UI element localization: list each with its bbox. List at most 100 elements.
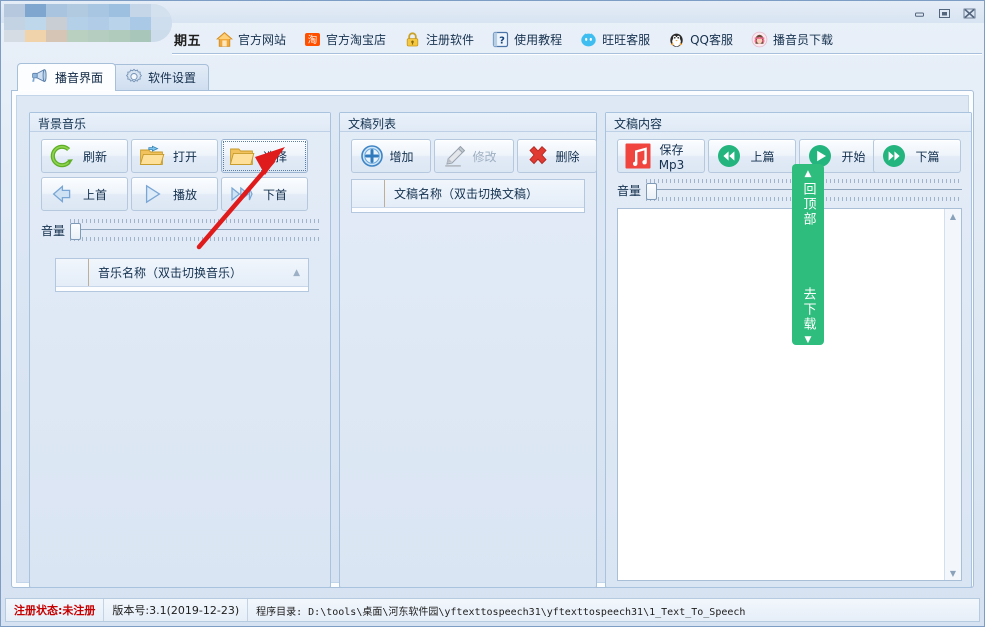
button-label: 下首 xyxy=(262,187,287,202)
music-volume-slider[interactable] xyxy=(70,219,319,241)
help-icon: ? xyxy=(492,31,509,48)
editor-text[interactable] xyxy=(622,212,941,577)
sort-ascending-icon[interactable]: ▲ xyxy=(293,268,300,278)
scroll-top-arrow-icon[interactable]: ▲ xyxy=(805,169,812,179)
blurred-logo-region xyxy=(4,4,172,42)
pencil-icon xyxy=(442,143,468,169)
link-official-taobao-store[interactable]: 淘 官方淘宝店 xyxy=(295,27,395,51)
script-content-editor[interactable]: ▲ ▼ xyxy=(617,208,962,581)
music-note-icon xyxy=(625,143,651,169)
open-button[interactable]: 打开 xyxy=(131,139,218,173)
music-volume-row: 音量 xyxy=(41,219,319,241)
folder-icon xyxy=(229,143,255,169)
link-label: 官方淘宝店 xyxy=(326,32,387,47)
megaphone-icon xyxy=(30,68,50,87)
save-mp3-button[interactable]: 保存Mp3 xyxy=(617,139,705,173)
slider-track-line xyxy=(70,229,319,230)
refresh-button[interactable]: 刷新 xyxy=(41,139,128,173)
previous-script-button[interactable]: 上篇 xyxy=(708,139,796,173)
link-wangwang-service[interactable]: 旺旺客服 xyxy=(571,27,659,51)
prev-track-button[interactable]: 上首 xyxy=(41,177,128,211)
link-label: 旺旺客服 xyxy=(602,32,651,47)
home-icon xyxy=(215,31,234,48)
tab-software-settings[interactable]: 软件设置 xyxy=(112,64,210,90)
slider-ticks-bottom xyxy=(70,237,319,241)
button-label: 保存Mp3 xyxy=(658,142,685,172)
status-bar: 注册状态:未注册 版本号:3.1(2019-12-23) 程序目录: D:\to… xyxy=(5,598,980,622)
slider-thumb[interactable] xyxy=(646,183,658,200)
select-button[interactable]: 选择 xyxy=(221,139,308,173)
script-list[interactable]: 文稿名称（双击切换文稿） xyxy=(351,179,585,213)
link-register-software[interactable]: 注册软件 xyxy=(395,27,483,51)
scroll-down-arrow-icon[interactable]: ▼ xyxy=(946,566,960,580)
tab-label: 软件设置 xyxy=(148,71,197,85)
group-title: 文稿列表 xyxy=(340,113,596,132)
tab-broadcast-interface[interactable]: 播音界面 xyxy=(17,63,117,91)
music-list-header-label: 音乐名称（双击切换音乐） xyxy=(98,266,243,280)
link-label: 官方网站 xyxy=(238,32,287,47)
slider-thumb[interactable] xyxy=(70,223,82,240)
music-list[interactable]: 音乐名称（双击切换音乐） ▲ xyxy=(55,258,309,292)
music-list-name-column: 音乐名称（双击切换音乐） ▲ xyxy=(89,264,308,281)
next-icon xyxy=(229,181,255,207)
toolbar-divider-highlight xyxy=(172,54,982,55)
link-official-website[interactable]: 官方网站 xyxy=(207,27,295,51)
next-track-button[interactable]: 下首 xyxy=(221,177,308,211)
script-list-header-label: 文稿名称（双击切换文稿） xyxy=(394,187,539,201)
group-title: 背景音乐 xyxy=(30,113,330,132)
link-label: 注册软件 xyxy=(426,32,475,47)
date-text: 期五 xyxy=(174,33,202,49)
delete-script-button[interactable]: 删除 xyxy=(517,139,597,173)
button-label: 上首 xyxy=(82,187,107,202)
link-announcer-download[interactable]: 播音员下载 xyxy=(742,27,842,51)
volume-label: 音量 xyxy=(41,223,66,238)
add-script-button[interactable]: 增加 xyxy=(351,139,431,173)
red-x-icon xyxy=(525,143,551,169)
button-label: 播放 xyxy=(172,187,197,202)
group-title: 文稿内容 xyxy=(606,113,971,132)
go-download-label[interactable]: 去下载 xyxy=(801,287,816,332)
button-label: 增加 xyxy=(389,149,414,164)
play-button[interactable]: 播放 xyxy=(131,177,218,211)
link-qq-service[interactable]: QQ客服 xyxy=(659,27,742,51)
folder-open-icon xyxy=(139,143,165,169)
scroll-up-arrow-icon[interactable]: ▲ xyxy=(946,209,960,223)
announcer-icon xyxy=(751,31,768,48)
minimize-button[interactable] xyxy=(910,6,928,20)
button-label: 下篇 xyxy=(915,149,940,164)
button-label: 上篇 xyxy=(750,149,775,164)
script-list-name-column: 文稿名称（双击切换文稿） xyxy=(385,185,584,202)
gear-icon xyxy=(125,68,143,88)
plus-circle-icon xyxy=(359,143,385,169)
script-list-index-column xyxy=(352,180,385,207)
tab-label: 播音界面 xyxy=(55,71,104,85)
wangwang-icon xyxy=(580,31,597,48)
top-link-bar: 期五 官方网站 淘 官方淘宝店 注册软件 ? 使用教程 旺旺客服 QQ客服 播音… xyxy=(172,25,980,53)
link-label: 播音员下载 xyxy=(773,32,834,47)
prev-icon xyxy=(49,181,75,207)
button-label: 删除 xyxy=(555,149,580,164)
edit-script-button[interactable]: 修改 xyxy=(434,139,514,173)
maximize-button[interactable] xyxy=(935,6,953,20)
script-list-header: 文稿名称（双击切换文稿） xyxy=(352,180,584,208)
float-scroll-widget[interactable]: ▲ 回顶部 去下载 ▼ xyxy=(792,164,824,345)
scroll-bottom-arrow-icon[interactable]: ▼ xyxy=(805,335,812,345)
back-to-top-label[interactable]: 回顶部 xyxy=(801,182,816,227)
slider-ticks-top xyxy=(70,219,319,223)
next-script-button[interactable]: 下篇 xyxy=(873,139,961,173)
svg-text:淘: 淘 xyxy=(308,34,318,46)
play-icon xyxy=(139,181,165,207)
taobao-icon: 淘 xyxy=(304,31,321,48)
qq-penguin-icon xyxy=(668,31,685,48)
link-label: 使用教程 xyxy=(514,32,563,47)
window-frame: 期五 官方网站 淘 官方淘宝店 注册软件 ? 使用教程 旺旺客服 QQ客服 播音… xyxy=(0,0,985,627)
close-button[interactable] xyxy=(960,6,978,20)
button-label: 打开 xyxy=(172,149,197,164)
tab-inner-surface: 背景音乐 刷新 打开 选择 上首 播放 下首 音量 音乐名称（双击切换音乐） ▲… xyxy=(16,95,972,588)
editor-vertical-scrollbar[interactable]: ▲ ▼ xyxy=(944,209,961,580)
link-usage-tutorial[interactable]: ? 使用教程 xyxy=(483,27,571,51)
group-script-list: 文稿列表 增加 修改 删除 文稿名称（双击切换文稿） xyxy=(339,112,597,588)
group-background-music: 背景音乐 刷新 打开 选择 上首 播放 下首 音量 音乐名称（双击切换音乐） ▲ xyxy=(29,112,331,588)
music-list-header: 音乐名称（双击切换音乐） ▲ xyxy=(56,259,308,287)
svg-text:?: ? xyxy=(499,35,505,46)
